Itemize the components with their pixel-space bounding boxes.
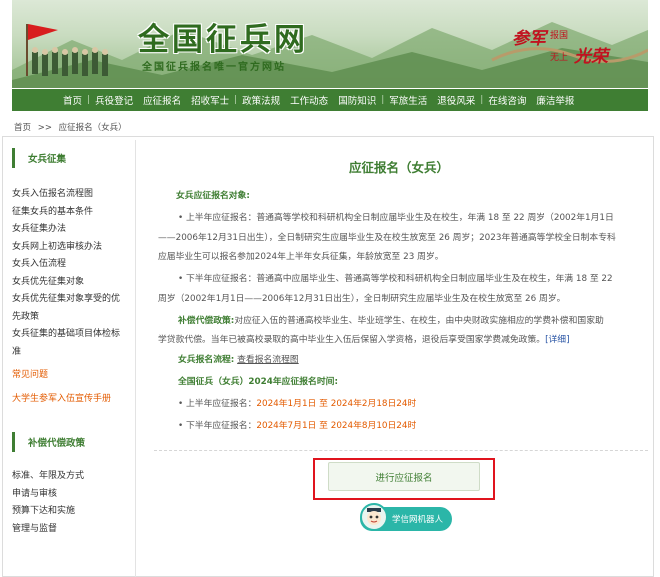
sidebar-link-medical-standard-cont[interactable]: 准 [12,344,130,362]
sidebar-link-faq[interactable]: 常见问题 [12,367,130,385]
sidebar: 女兵征集 女兵入伍报名流程图 征集女兵的基本条件 女兵征集办法 女兵网上初选审核… [12,148,130,538]
sidebar-link-handbook[interactable]: 大学生参军入伍宣传手册 [12,391,130,409]
nav-work-news[interactable]: 工作动态 [285,93,333,107]
banner-landscape-image [12,22,648,88]
nav-veterans[interactable]: 退役风采 [432,93,480,107]
time-second-label: • 下半年应征报名： [178,421,257,431]
first-half-line-2: ——2006年12月31日出生），全日制研究生应届毕业生及在校生放宽至 26 周… [158,233,616,243]
time-first-label: • 上半年应征报名： [178,399,257,409]
main-nav: 首页 | 兵役登记 应征报名 招收军士 | 政策法规 工作动态 国防知识 | 军旅生活… [12,89,648,111]
sidebar-link-medical-standard[interactable]: 女兵征集的基础项目体检标 [12,326,130,344]
nav-enlistment-application[interactable]: 应征报名 [138,93,186,107]
compensation-line-2: 学贷款代偿。当年已被高校录取的高中毕业生入伍后保留入学资格，退役后享受国家学费减… [158,330,570,350]
sidebar-link-budget[interactable]: 预算下达和实施 [12,503,130,521]
nav-policies[interactable]: 政策法规 [237,93,285,107]
nav-home[interactable]: 首页 [58,93,87,107]
first-half-line-1: • 上半年应征报名：普通高等学校和科研机构全日制应届毕业生及在校生，年满 18 … [178,213,614,223]
time-second-row: • 下半年应征报名：2024年7月1日 至 2024年8月10日24时 [178,416,416,436]
compensation-details-link[interactable]: [详细] [545,335,569,345]
sidebar-link-enlist-process[interactable]: 女兵入伍流程 [12,256,130,274]
compensation-text-2: 学贷款代偿。当年已被高校录取的高中毕业生入伍后保留入学资格，退役后享受国家学费减… [158,335,546,345]
slogan-main-2: 光荣 [574,47,608,67]
sidebar-link-standards[interactable]: 标准、年限及方式 [12,468,130,486]
sidebar-divider [135,140,136,577]
sidebar-link-recruit-method[interactable]: 女兵征集办法 [12,221,130,239]
sidebar-section-compensation: 补偿代偿政策 [12,432,130,452]
site-banner: 全国征兵网 全国征兵报名唯一官方网站 参军 报国 无上 光荣 [12,0,648,88]
breadcrumb-home[interactable]: 首页 [14,123,31,133]
breadcrumb-separator: >> [37,123,52,133]
time-first-value: 2024年1月1日 至 2024年2月18日24时 [256,399,417,409]
sidebar-link-application-review[interactable]: 申请与审核 [12,486,130,504]
slogan-main-1: 参军 [512,29,546,49]
slogan-small-2: 无上 [550,53,569,63]
sidebar-section-female-recruit: 女兵征集 [12,148,130,168]
time-first-row: • 上半年应征报名：2024年1月1日 至 2024年2月18日24时 [178,394,416,414]
nav-defense-knowledge[interactable]: 国防知识 [333,93,381,107]
apply-button[interactable]: 进行应征报名 [328,462,480,491]
process-row: 女兵报名流程: 查看报名流程图 [178,350,299,370]
compensation-line-1: 补偿代偿政策:对应征入伍的普通高校毕业生、毕业班学生、在校生，由中央财政实施相应… [178,311,604,331]
sidebar-link-flowchart[interactable]: 女兵入伍报名流程图 [12,186,130,204]
nav-online-consult[interactable]: 在线咨询 [483,93,531,107]
sidebar-link-priority-policy-cont[interactable]: 先政策 [12,309,130,327]
nav-military-registration[interactable]: 兵役登记 [90,93,138,107]
nav-military-life[interactable]: 军旅生活 [384,93,432,107]
robot-assistant-label: 学信网机器人 [392,515,444,525]
page-title: 应征报名（女兵） [348,160,449,175]
sidebar-link-online-review[interactable]: 女兵网上初选审核办法 [12,239,130,257]
breadcrumb-current: 应征报名（女兵） [58,123,127,133]
sidebar-link-priority-policy[interactable]: 女兵优先征集对象享受的优 [12,291,130,309]
sidebar-link-supervision[interactable]: 管理与监督 [12,521,130,539]
second-half-line-2: 周岁（2002年1月1日——2006年12月31日出生），全日制研究生应届毕业生… [158,294,566,304]
section-divider [154,450,648,451]
target-heading: 女兵应征报名对象: [176,191,250,201]
process-flowchart-link[interactable]: 查看报名流程图 [237,355,299,365]
second-half-line-1: • 下半年应征报名：普通高中应届毕业生、普通高等学校和科研机构全日制应届毕业生及… [178,274,613,284]
slogan-small-1: 报国 [550,31,569,41]
sidebar-link-priority-targets[interactable]: 女兵优先征集对象 [12,274,130,292]
nav-integrity-report[interactable]: 廉洁举报 [531,93,579,107]
first-half-line-3: 应届毕业生可以报名参加2024年上半年女兵征集，年龄放宽至 23 周岁。 [158,252,444,262]
nav-recruit-sergeants[interactable]: 招收军士 [186,93,234,107]
site-subtitle: 全国征兵报名唯一官方网站 [142,62,286,73]
process-label: 女兵报名流程: [178,355,235,365]
sidebar-link-basic-conditions[interactable]: 征集女兵的基本条件 [12,204,130,222]
breadcrumb: 首页 >> 应征报名（女兵） [14,121,131,133]
time-heading: 全国征兵（女兵）2024年应征报名时间: [178,377,338,387]
robot-icon [360,503,388,531]
site-title: 全国征兵网 [138,22,308,58]
compensation-text-1: 对应征入伍的普通高校毕业生、毕业班学生、在校生，由中央财政实施相应的学费补偿和国… [234,316,604,326]
compensation-label: 补偿代偿政策: [178,316,235,326]
time-second-value: 2024年7月1日 至 2024年8月10日24时 [256,421,417,431]
